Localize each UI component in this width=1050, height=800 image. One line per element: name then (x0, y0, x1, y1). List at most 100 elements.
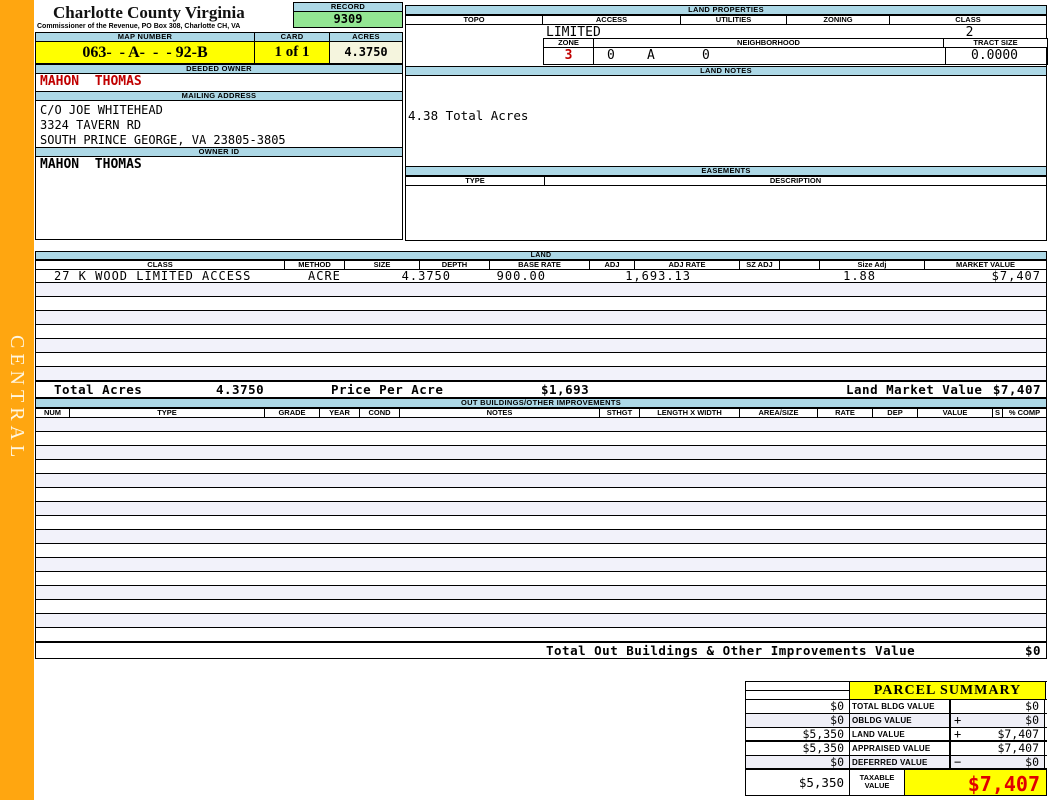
map-number-label: MAP NUMBER (35, 32, 255, 42)
address-line: SOUTH PRINCE GEORGE, VA 23805-3805 (40, 133, 286, 147)
zone-table: ZONE NEIGHBORHOOD TRACT SIZE 3 0 A 0 0.0… (543, 38, 1048, 65)
easement-type-label: TYPE (405, 176, 545, 186)
land-row-class: 27 K WOOD LIMITED ACCESS (54, 269, 252, 283)
summary-row-taxable: $5,350 TAXABLE VALUE $7,407 (745, 770, 1047, 796)
card-label: CARD (255, 32, 330, 42)
summary-row-total-bldg: $0 TOTAL BLDG VALUE $0 (745, 700, 1047, 714)
ob-col-dep: DEP (873, 408, 918, 418)
ob-col-cond: COND (360, 408, 400, 418)
summary-row-obldg: $0 OBLDG VALUE + $0 (745, 714, 1047, 728)
address-line: C/O JOE WHITEHEAD (40, 103, 163, 117)
row-operator: + (954, 727, 962, 741)
col-utilities: UTILITIES (681, 15, 787, 25)
acres-value: 4.3750 (330, 42, 403, 64)
zone-values: 3 0 A 0 0.0000 (543, 48, 1048, 65)
row-label: DEFERRED VALUE (850, 756, 949, 768)
land-col-sz-adj-tbl: SZ ADJ TBL (740, 260, 780, 270)
row-value-cell: + $0 (949, 714, 1045, 727)
row-label: LAND VALUE (850, 728, 949, 740)
taxable-prior-value: $5,350 (745, 770, 850, 795)
prior-value: $5,350 (745, 728, 850, 741)
land-row-market-value: $7,407 (991, 269, 1041, 283)
map-number-value: 063- - A- - - 92-B (35, 42, 255, 64)
deeded-owner-value: MAHON THOMAS (35, 74, 403, 91)
ob-col-pct-comp: % COMP (1003, 408, 1047, 418)
easements-headers: TYPE DESCRIPTION (405, 176, 1047, 186)
land-row-adj-rate: 1,693.13 (625, 269, 691, 283)
parcel-summary: PARCEL SUMMARY $0 TOTAL BLDG VALUE $0 $0… (745, 681, 1047, 796)
district-band: CENTRAL (0, 0, 34, 800)
land-properties-title: LAND PROPERTIES (405, 5, 1047, 15)
card-value: 1 of 1 (255, 42, 330, 64)
owner-block: Charlotte County Virginia Commissioner o… (35, 2, 403, 240)
ob-col-year: YEAR (320, 408, 360, 418)
col-class: CLASS (890, 15, 1047, 25)
ob-col-area-size: AREA/SIZE (740, 408, 818, 418)
ob-col-grade: GRADE (265, 408, 320, 418)
zone-value: 3 (544, 48, 594, 64)
land-row-base-rate: 900.00 (496, 269, 546, 283)
mailing-address-label: MAILING ADDRESS (35, 91, 403, 101)
parcel-summary-header: PARCEL SUMMARY (745, 682, 1047, 700)
row-value: $7,407 (997, 741, 1039, 755)
taxable-value: $7,407 (905, 770, 1047, 796)
land-row-size: 4.3750 (401, 269, 451, 283)
land-market-value: $7,407 (992, 382, 1041, 397)
ob-col-s: S (993, 408, 1003, 418)
row-value: $0 (1025, 755, 1039, 769)
owner-id-value: MAHON THOMAS (35, 157, 403, 173)
zone-extra-value: A (647, 48, 655, 63)
land-row-method: ACRE (308, 269, 341, 283)
taxable-label: TAXABLE VALUE (850, 770, 905, 795)
land-title: LAND (35, 251, 1047, 260)
row-operator: − (954, 755, 962, 769)
acres-label: ACRES (330, 32, 403, 42)
price-per-acre-value: $1,693 (541, 382, 590, 397)
id-value-row: 063- - A- - - 92-B 1 of 1 4.3750 (35, 42, 403, 64)
taxable-label-line: VALUE (864, 781, 890, 790)
ob-col-num: NUM (35, 408, 70, 418)
row-label: APPRAISED VALUE (850, 742, 949, 755)
land-table: LAND CLASS METHOD SIZE DEPTH BASE RATE A… (35, 251, 1047, 398)
prior-value: $0 (745, 700, 850, 713)
summary-row-deferred: $0 DEFERRED VALUE − $0 (745, 756, 1047, 770)
row-operator: + (954, 713, 962, 727)
ob-col-length-width: LENGTH X WIDTH (640, 408, 740, 418)
land-col-blank (780, 260, 820, 270)
commissioner-line: Commissioner of the Revenue, PO Box 308,… (37, 23, 241, 30)
parcel-summary-prior-header (745, 682, 850, 699)
row-value-cell: − $0 (949, 755, 1045, 769)
mailing-address: C/O JOE WHITEHEAD 3324 TAVERN RD SOUTH P… (35, 101, 403, 147)
col-zoning: ZONING (787, 15, 890, 25)
zone-extra-value: 0 (607, 48, 615, 63)
land-row: 27 K WOOD LIMITED ACCESS ACRE 4.3750 900… (35, 270, 1047, 283)
land-notes-box: 4.38 Total Acres (405, 76, 1047, 166)
property-record-card: CENTRAL Charlotte County Virginia Commis… (0, 0, 1050, 800)
summary-row-appraised: $5,350 APPRAISED VALUE $7,407 (745, 742, 1047, 756)
ob-total-value: $0 (1024, 643, 1041, 658)
ob-col-rate: RATE (818, 408, 873, 418)
summary-row-land: $5,350 LAND VALUE + $7,407 (745, 728, 1047, 742)
row-label: TOTAL BLDG VALUE (850, 700, 949, 713)
col-access: ACCESS (543, 15, 681, 25)
row-value: $7,407 (997, 727, 1039, 741)
out-buildings-headers: NUM TYPE GRADE YEAR COND NOTES STHGT LEN… (35, 408, 1047, 418)
land-properties-block: LAND PROPERTIES TOPO ACCESS UTILITIES ZO… (405, 5, 1048, 241)
price-per-acre-label: Price Per Acre (331, 382, 444, 397)
total-acres-value: 4.3750 (216, 382, 265, 397)
ob-col-type: TYPE (70, 408, 265, 418)
zone-label: ZONE (543, 38, 594, 48)
record-value: 9309 (293, 12, 403, 28)
zone-headers: ZONE NEIGHBORHOOD TRACT SIZE (543, 38, 1048, 48)
district-label: CENTRAL (6, 335, 28, 463)
prior-value: $5,350 (745, 742, 850, 755)
land-row-size-adj: 1.88 (843, 269, 876, 283)
out-buildings-empty-rows (35, 418, 1047, 642)
row-value: $0 (1025, 713, 1039, 727)
land-properties-values: LIMITED 2 ZONE NEIGHBORHOOD TRACT SIZE 3… (405, 25, 1048, 66)
easements-title: EASEMENTS (405, 166, 1047, 176)
out-buildings-title: OUT BUILDINGS/OTHER IMPROVEMENTS (35, 398, 1047, 408)
county-title: Charlotte County Virginia (53, 3, 245, 22)
land-note: 4.38 Total Acres (408, 108, 529, 123)
prior-value: $0 (745, 714, 850, 727)
